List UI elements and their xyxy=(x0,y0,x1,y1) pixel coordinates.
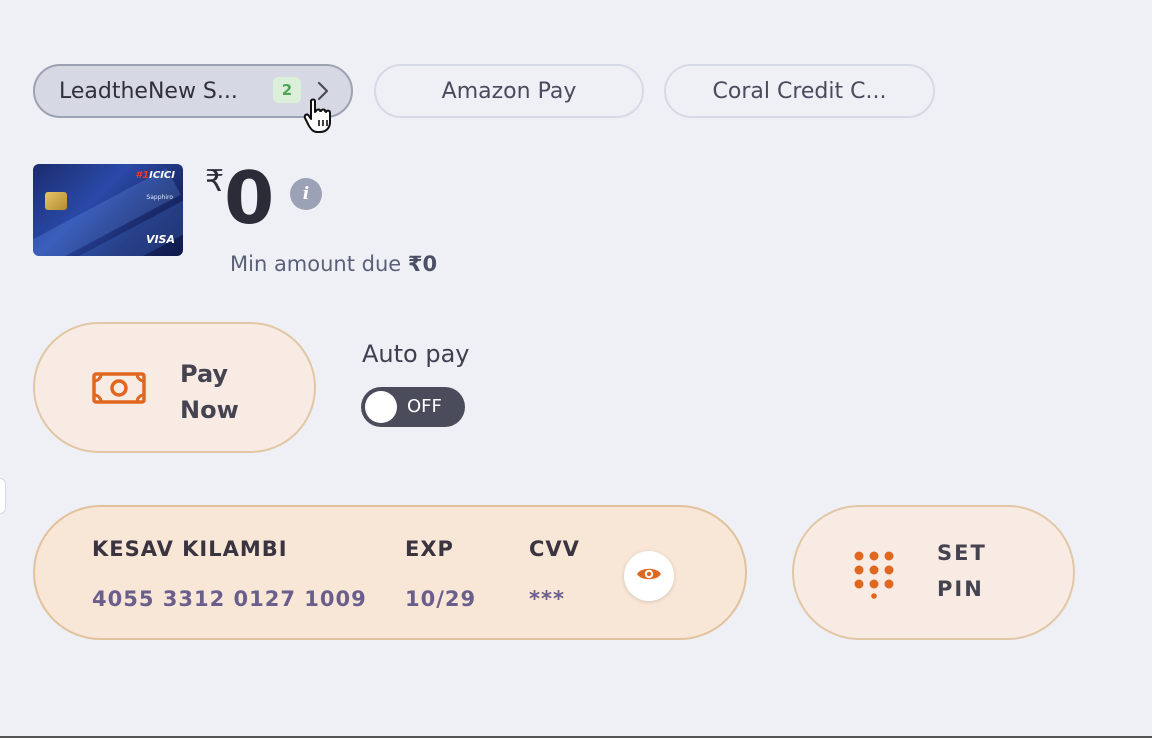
toggle-knob xyxy=(365,391,397,423)
pay-now-button[interactable]: Pay Now xyxy=(33,322,316,453)
autopay-label: Auto pay xyxy=(362,340,470,368)
autopay-toggle[interactable]: OFF xyxy=(361,387,465,427)
eye-icon xyxy=(636,565,662,587)
currency-symbol: ₹ xyxy=(205,164,225,199)
cash-icon xyxy=(91,370,147,410)
cardholder-name: KESAV KILAMBI xyxy=(92,537,288,561)
tab-label: Coral Credit C... xyxy=(712,78,887,104)
amount-value: 0 xyxy=(224,156,275,240)
hand-cursor-icon xyxy=(302,98,336,138)
tab-label: Amazon Pay xyxy=(441,78,577,104)
tab-amazon-pay[interactable]: Amazon Pay xyxy=(374,64,644,118)
count-badge: 2 xyxy=(273,77,301,103)
cvv-value: *** xyxy=(529,587,565,611)
scroll-handle[interactable] xyxy=(0,478,6,514)
toggle-state: OFF xyxy=(407,396,442,417)
balance-amount: ₹ 0 xyxy=(205,158,274,238)
keypad-icon xyxy=(854,551,902,603)
card-brand-logo: #1ICICI xyxy=(135,170,175,181)
tab-label: LeadtheNew S... xyxy=(59,78,238,104)
exp-value: 10/29 xyxy=(405,587,477,611)
tab-coral-credit[interactable]: Coral Credit C... xyxy=(664,64,935,118)
info-icon[interactable]: i xyxy=(290,178,322,210)
card-chip xyxy=(45,192,67,210)
credit-card-image: #1ICICI Sapphiro VISA xyxy=(33,164,183,256)
set-pin-label: SET PIN xyxy=(937,541,987,601)
card-variant: Sapphiro xyxy=(146,194,173,201)
show-cvv-button[interactable] xyxy=(624,551,674,601)
card-number: 4055 3312 0127 1009 xyxy=(92,587,367,611)
card-details-panel: KESAV KILAMBI 4055 3312 0127 1009 EXP 10… xyxy=(33,505,747,640)
card-network-logo: VISA xyxy=(145,233,175,246)
cvv-label: CVV xyxy=(529,537,580,561)
set-pin-button[interactable]: SET PIN xyxy=(792,505,1075,640)
exp-label: EXP xyxy=(405,537,454,561)
min-amount-due: Min amount due ₹0 xyxy=(230,252,438,276)
pay-now-label: Pay Now xyxy=(180,360,239,424)
